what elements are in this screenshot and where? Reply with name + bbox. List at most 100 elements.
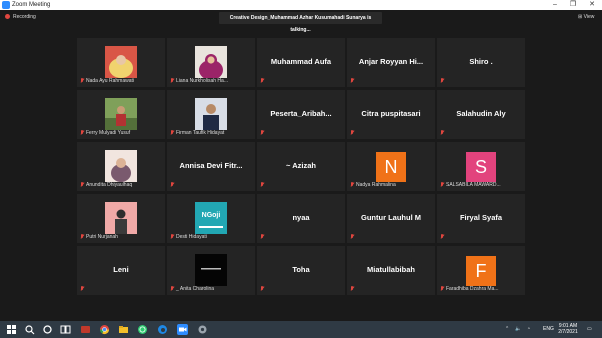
muted-mic-icon <box>440 234 444 239</box>
participant-video-thumbnail <box>105 150 137 182</box>
notifications-icon[interactable]: ▭ <box>587 326 592 333</box>
participant-tile[interactable]: ~ Azizah <box>257 142 345 191</box>
volume-icon[interactable]: 🔈 <box>515 326 521 333</box>
participant-tile[interactable]: Guntur Lauhul M <box>347 194 435 243</box>
minimize-button[interactable]: – <box>548 0 562 10</box>
muted-mic-icon <box>260 234 264 239</box>
participant-video-thumbnail <box>195 254 227 286</box>
participant-tile[interactable]: Firyal Syafa <box>437 194 525 243</box>
participant-label <box>260 234 266 240</box>
participant-name: Salahudin Aly <box>456 109 506 118</box>
muted-mic-icon <box>350 78 354 83</box>
participant-label-text: Nadya Rahmalina <box>356 182 396 188</box>
edge-icon[interactable] <box>157 324 168 335</box>
participant-name: ~ Azizah <box>286 161 316 170</box>
participant-tile[interactable]: Firman Taufik Hidayat <box>167 90 255 139</box>
participant-label: Firman Taufik Hidayat <box>170 130 224 136</box>
participant-name: Shiro . <box>469 57 493 66</box>
participant-tile[interactable]: NGoji Desti Hidayati <box>167 194 255 243</box>
participant-label-text: SALSABILA MAWARD... <box>446 182 501 188</box>
participant-name: Muhammad Aufa <box>270 57 332 66</box>
view-button[interactable]: ⊞ View <box>578 14 594 21</box>
file-explorer-icon[interactable] <box>118 324 129 335</box>
participant-label <box>260 130 266 136</box>
muted-mic-icon <box>80 182 84 187</box>
participant-tile[interactable]: Salahudin Aly <box>437 90 525 139</box>
participant-label: Putri Nurjanah <box>80 234 118 240</box>
muted-mic-icon <box>170 78 174 83</box>
participant-label: Faradhiba Dzahra Ma... <box>440 286 499 292</box>
participant-tile[interactable]: Citra puspitasari <box>347 90 435 139</box>
participant-label <box>350 286 356 292</box>
participant-label <box>170 182 176 188</box>
close-button[interactable]: ✕ <box>585 0 599 10</box>
participant-video-thumbnail <box>105 46 137 78</box>
maximize-button[interactable]: ❐ <box>566 0 580 10</box>
participant-name: nyaa <box>292 213 310 222</box>
windows-start-icon[interactable] <box>6 324 17 335</box>
participant-label: Liana Nurkholisah Ha... <box>170 78 228 84</box>
task-view-icon[interactable] <box>60 324 71 335</box>
participant-name: Miatullabibah <box>367 265 415 274</box>
participant-tile[interactable]: Toha <box>257 246 345 295</box>
show-hidden-icons[interactable]: ⌃ <box>505 326 509 333</box>
clock-date: 2/7/2021 <box>558 329 578 335</box>
participant-label <box>80 286 86 292</box>
participant-tile[interactable]: S SALSABILA MAWARD... <box>437 142 525 191</box>
participant-tile[interactable]: Liana Nurkholisah Ha... <box>167 38 255 87</box>
participant-label <box>440 78 446 84</box>
chrome-icon[interactable] <box>99 324 110 335</box>
muted-mic-icon <box>350 130 354 135</box>
logo-text: NGoji <box>201 212 221 219</box>
search-icon[interactable] <box>24 324 35 335</box>
participant-tile[interactable]: Anjar Royyan Hi... <box>347 38 435 87</box>
window-title: Zoom Meeting <box>12 2 51 8</box>
participant-avatar: F <box>466 256 496 286</box>
participant-tile[interactable]: nyaa <box>257 194 345 243</box>
participant-grid: Nada Ayu Rahmawati Liana Nurkholisah Ha..… <box>77 38 526 295</box>
participant-video-thumbnail <box>195 46 227 78</box>
language-indicator[interactable]: ENG <box>543 326 554 333</box>
muted-mic-icon <box>80 130 84 135</box>
recording-label: Recording <box>13 14 36 20</box>
participant-label-text: _ Anita Charolina <box>176 286 215 292</box>
participant-tile[interactable]: Nada Ayu Rahmawati <box>77 38 165 87</box>
participant-label-text: Nada Ayu Rahmawati <box>86 78 134 84</box>
participant-tile[interactable]: _ Anita Charolina <box>167 246 255 295</box>
participant-name: Toha <box>292 265 310 274</box>
participant-label: SALSABILA MAWARD... <box>440 182 501 188</box>
participant-label <box>350 78 356 84</box>
whatsapp-icon[interactable] <box>137 324 148 335</box>
muted-mic-icon <box>260 78 264 83</box>
network-icon[interactable]: ◔ <box>527 326 530 333</box>
zoom-logo-icon <box>2 1 10 9</box>
participant-tile[interactable]: N Nadya Rahmalina <box>347 142 435 191</box>
participant-tile[interactable]: Peserta_Aribah... <box>257 90 345 139</box>
settings-icon[interactable] <box>197 324 208 335</box>
participant-label-text: Desti Hidayati <box>176 234 207 240</box>
cortana-icon[interactable] <box>42 324 53 335</box>
muted-mic-icon <box>350 286 354 291</box>
participant-tile[interactable]: Anundita Dhiyaulhaq <box>77 142 165 191</box>
muted-mic-icon <box>440 286 444 291</box>
recording-indicator[interactable]: Recording <box>5 14 36 21</box>
muted-mic-icon <box>440 130 444 135</box>
participant-tile[interactable]: Leni <box>77 246 165 295</box>
taskbar-clock[interactable]: 9:01 AM 2/7/2021 <box>555 323 581 335</box>
participant-tile[interactable]: Shiro . <box>437 38 525 87</box>
app-red-icon[interactable] <box>80 324 91 335</box>
participant-label: Nadya Rahmalina <box>350 182 396 188</box>
participant-tile[interactable]: Miatullabibah <box>347 246 435 295</box>
zoom-icon[interactable] <box>177 324 188 335</box>
view-label: View <box>583 14 595 20</box>
participant-tile[interactable]: Muhammad Aufa <box>257 38 345 87</box>
participant-tile[interactable]: Putri Nurjanah <box>77 194 165 243</box>
participant-tile[interactable]: F Faradhiba Dzahra Ma... <box>437 246 525 295</box>
participant-video-thumbnail <box>105 98 137 130</box>
participant-tile[interactable]: Annisa Devi Fitr... <box>167 142 255 191</box>
participant-tile[interactable]: Ferry Mulyadi Yusuf <box>77 90 165 139</box>
muted-mic-icon <box>440 78 444 83</box>
participant-name: Firyal Syafa <box>459 213 503 222</box>
active-speaker-banner: Creative Design_Muhammad Azhar Kusumahad… <box>219 12 382 33</box>
muted-mic-icon <box>260 286 264 291</box>
